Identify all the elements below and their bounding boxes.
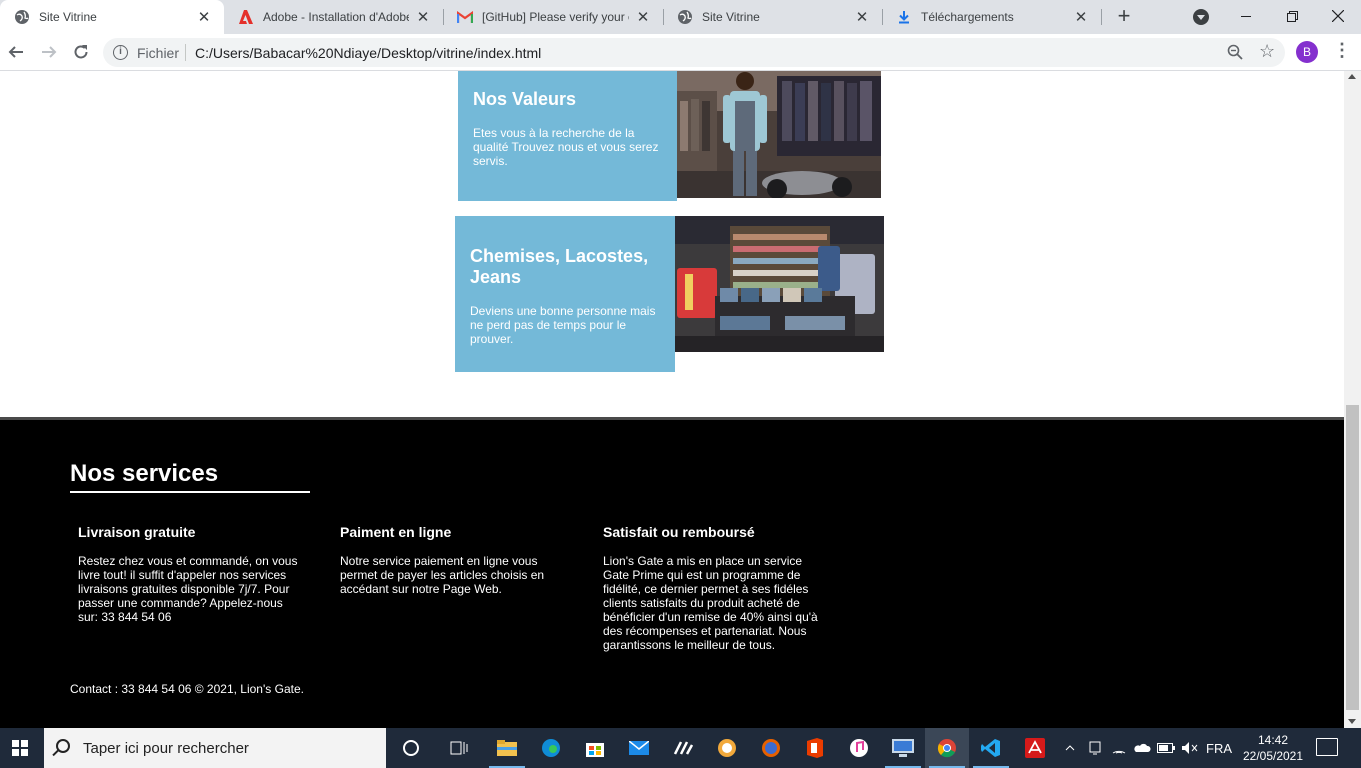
unknown-app-icon[interactable] bbox=[661, 728, 705, 768]
close-icon[interactable]: ✕ bbox=[1073, 9, 1089, 26]
card-nos-valeurs: Nos Valeurs Etes vous à la recherche de … bbox=[458, 71, 677, 201]
remote-desktop-icon[interactable] bbox=[881, 728, 925, 768]
tray-device-icon[interactable] bbox=[1085, 728, 1105, 768]
tab-search-icon[interactable] bbox=[1193, 9, 1209, 25]
acrobat-icon[interactable] bbox=[1013, 728, 1057, 768]
card-image-man-in-suit bbox=[677, 71, 881, 198]
volume-muted-icon[interactable] bbox=[1179, 728, 1201, 768]
service-livraison: Livraison gratuite Restez chez vous et c… bbox=[78, 524, 303, 624]
office-icon[interactable] bbox=[793, 728, 837, 768]
restore-icon[interactable] bbox=[1269, 0, 1315, 32]
scroll-down-icon[interactable] bbox=[1348, 719, 1356, 724]
globe-icon bbox=[677, 9, 693, 25]
wifi-icon[interactable] bbox=[1109, 728, 1129, 768]
notification-center-icon[interactable] bbox=[1316, 738, 1338, 756]
file-explorer-icon[interactable] bbox=[485, 728, 529, 768]
chrome-icon[interactable] bbox=[925, 728, 969, 768]
adobe-icon bbox=[238, 9, 254, 25]
card-title: Chemises, Lacostes, Jeans bbox=[470, 246, 649, 287]
card-text: Deviens une bonne personne mais ne perd … bbox=[470, 304, 656, 346]
service-title: Paiment en ligne bbox=[340, 524, 452, 540]
card-chemises: Chemises, Lacostes, Jeans Deviens une bo… bbox=[455, 216, 675, 372]
profile-avatar[interactable]: B bbox=[1296, 41, 1318, 63]
new-tab-button[interactable]: + bbox=[1113, 5, 1135, 28]
address-separator bbox=[185, 44, 186, 61]
tab-site-vitrine-active[interactable]: Site Vitrine ✕ bbox=[0, 0, 224, 34]
tab-downloads[interactable]: Téléchargements ✕ bbox=[882, 0, 1101, 34]
menu-kebab-icon[interactable]: ⋮ bbox=[1333, 40, 1351, 61]
onedrive-icon[interactable] bbox=[1131, 728, 1153, 768]
language-indicator[interactable]: FRA bbox=[1205, 728, 1233, 768]
reload-icon[interactable] bbox=[69, 40, 93, 64]
card-title: Nos Valeurs bbox=[473, 89, 577, 109]
tab-site-vitrine[interactable]: Site Vitrine ✕ bbox=[663, 0, 882, 34]
url-text[interactable]: C:/Users/Babacar%20Ndiaye/Desktop/vitrin… bbox=[195, 45, 541, 61]
info-icon[interactable]: i bbox=[113, 45, 128, 60]
zoom-icon[interactable] bbox=[1227, 44, 1243, 60]
firefox-icon[interactable] bbox=[749, 728, 793, 768]
address-bar[interactable]: i Fichier C:/Users/Babacar%20Ndiaye/Desk… bbox=[103, 38, 1285, 67]
card-text: Etes vous à la recherche de la qualité T… bbox=[473, 126, 659, 168]
footer-contact: Contact : 33 844 54 06 © 2021, Lion's Ga… bbox=[70, 682, 304, 696]
store-icon[interactable] bbox=[573, 728, 617, 768]
search-placeholder: Taper ici pour rechercher bbox=[83, 740, 249, 757]
window-close-icon[interactable] bbox=[1315, 0, 1361, 32]
card-image-clothing-store bbox=[675, 216, 884, 352]
clock-time: 14:42 bbox=[1257, 733, 1289, 747]
search-icon bbox=[56, 739, 70, 753]
windows-taskbar: Taper ici pour rechercher FRA 14:42 22/0… bbox=[0, 728, 1361, 768]
taskbar-search-input[interactable]: Taper ici pour rechercher bbox=[44, 728, 386, 768]
minimize-icon[interactable] bbox=[1223, 0, 1269, 32]
scrollbar-thumb[interactable] bbox=[1346, 405, 1359, 710]
service-text: Notre service paiement en ligne vous per… bbox=[340, 554, 545, 596]
tab-title: Adobe - Installation d'Adobe bbox=[263, 10, 409, 24]
page-scrollbar[interactable] bbox=[1344, 71, 1361, 728]
scroll-up-icon[interactable] bbox=[1348, 74, 1356, 79]
close-icon[interactable]: ✕ bbox=[196, 9, 212, 26]
bookmark-star-icon[interactable]: ☆ bbox=[1259, 41, 1275, 62]
windows-start-icon[interactable] bbox=[0, 728, 40, 768]
page-viewport: Nos Valeurs Etes vous à la recherche de … bbox=[0, 71, 1344, 728]
tab-title: Site Vitrine bbox=[702, 10, 760, 24]
brave-icon[interactable] bbox=[705, 728, 749, 768]
itunes-icon[interactable] bbox=[837, 728, 881, 768]
task-view-icon[interactable] bbox=[437, 728, 481, 768]
tab-title: Site Vitrine bbox=[39, 10, 97, 24]
file-scheme-label: Fichier bbox=[137, 45, 180, 61]
service-title: Satisfait ou remboursé bbox=[603, 524, 755, 540]
back-arrow-icon[interactable] bbox=[4, 40, 28, 64]
service-paiement: Paiment en ligne Notre service paiement … bbox=[340, 524, 565, 596]
tab-title: [GitHub] Please verify your em bbox=[482, 10, 629, 24]
forward-arrow-icon[interactable] bbox=[37, 40, 61, 64]
service-text: Lion's Gate a mis en place un service Ga… bbox=[603, 554, 818, 652]
mail-icon[interactable] bbox=[617, 728, 661, 768]
service-satisfait: Satisfait ou remboursé Lion's Gate a mis… bbox=[603, 524, 828, 652]
tab-strip: Site Vitrine ✕ Adobe - Installation d'Ad… bbox=[0, 0, 1361, 34]
browser-toolbar: i Fichier C:/Users/Babacar%20Ndiaye/Desk… bbox=[0, 34, 1361, 71]
close-icon[interactable]: ✕ bbox=[415, 9, 431, 26]
tray-chevron-icon[interactable] bbox=[1061, 728, 1079, 768]
page-footer: Nos services Livraison gratuite Restez c… bbox=[0, 417, 1344, 728]
edge-icon[interactable] bbox=[529, 728, 573, 768]
service-title: Livraison gratuite bbox=[78, 524, 196, 540]
tab-title: Téléchargements bbox=[921, 10, 1014, 24]
gmail-icon bbox=[457, 9, 473, 25]
tab-github-verify[interactable]: [GitHub] Please verify your em ✕ bbox=[443, 0, 663, 34]
close-icon[interactable]: ✕ bbox=[854, 9, 870, 26]
close-icon[interactable]: ✕ bbox=[635, 9, 651, 26]
vscode-icon[interactable] bbox=[969, 728, 1013, 768]
footer-title: Nos services bbox=[70, 460, 219, 487]
globe-icon bbox=[14, 9, 30, 25]
tab-adobe[interactable]: Adobe - Installation d'Adobe ✕ bbox=[224, 0, 443, 34]
taskbar-clock[interactable]: 14:42 22/05/2021 bbox=[1240, 732, 1306, 764]
footer-title-underline bbox=[70, 491, 310, 493]
battery-icon[interactable] bbox=[1155, 728, 1177, 768]
cortana-icon[interactable] bbox=[389, 728, 433, 768]
service-text: Restez chez vous et commandé, on vous li… bbox=[78, 554, 298, 624]
download-icon bbox=[896, 9, 912, 25]
tab-separator bbox=[1101, 9, 1102, 25]
clock-date: 22/05/2021 bbox=[1242, 749, 1304, 763]
